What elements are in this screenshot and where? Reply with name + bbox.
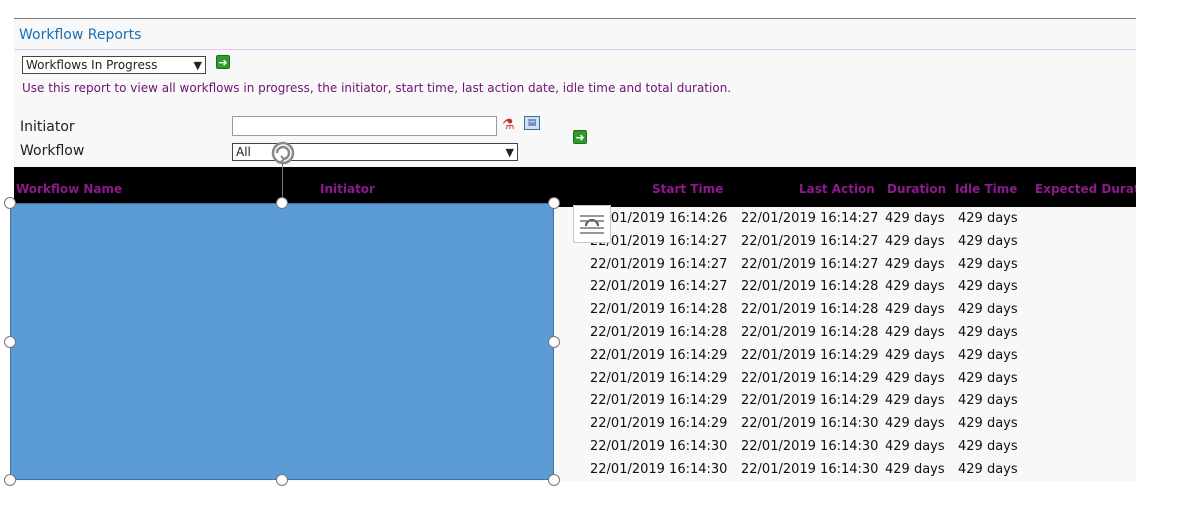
start-time-cell: 22/01/2019 16:14:29 [590, 393, 728, 408]
duration-cell: 429 days [885, 234, 945, 249]
start-time-cell: 22/01/2019 16:14:29 [590, 371, 728, 386]
green-arrow-icon: ➜ [218, 56, 228, 69]
last-action-cell: 22/01/2019 16:14:29 [741, 348, 879, 363]
last-action-cell: 22/01/2019 16:14:29 [741, 393, 879, 408]
green-arrow-icon: ➜ [575, 131, 585, 144]
duration-cell: 429 days [885, 416, 945, 431]
report-description: Use this report to view all workflows in… [22, 81, 732, 95]
idle-time-cell: 429 days [958, 439, 1018, 454]
start-time-cell: 22/01/2019 16:14:28 [590, 302, 728, 317]
duration-cell: 429 days [885, 257, 945, 272]
column-header-start-time[interactable]: Start Time [652, 182, 723, 196]
start-time-cell: 22/01/2019 16:14:30 [590, 439, 728, 454]
resize-handle-top-right[interactable] [548, 197, 560, 209]
page-title: Workflow Reports [19, 27, 142, 43]
duration-cell: 429 days [885, 371, 945, 386]
idle-time-cell: 429 days [958, 279, 1018, 294]
last-action-cell: 22/01/2019 16:14:28 [741, 279, 879, 294]
layout-options-button[interactable] [573, 205, 611, 243]
address-book-icon[interactable]: ▤ [524, 116, 540, 130]
column-header-initiator[interactable]: Initiator [320, 182, 375, 196]
last-action-cell: 22/01/2019 16:14:27 [741, 211, 879, 226]
last-action-cell: 22/01/2019 16:14:28 [741, 302, 879, 317]
workflow-select-value: All [236, 145, 251, 159]
idle-time-cell: 429 days [958, 211, 1018, 226]
duration-cell: 429 days [885, 211, 945, 226]
title-divider [14, 49, 1136, 50]
initiator-input[interactable] [232, 116, 497, 136]
duration-cell: 429 days [885, 462, 945, 477]
filter-go-button[interactable]: ➜ [573, 130, 587, 144]
report-type-select[interactable]: Workflows In Progress ▼ [22, 56, 206, 74]
resize-handle-bottom[interactable] [276, 474, 288, 486]
idle-time-cell: 429 days [958, 348, 1018, 363]
last-action-cell: 22/01/2019 16:14:27 [741, 257, 879, 272]
table-header: Workflow Name Initiator Start Time Last … [14, 167, 1136, 207]
duration-cell: 429 days [885, 393, 945, 408]
last-action-cell: 22/01/2019 16:14:30 [741, 462, 879, 477]
start-time-cell: 22/01/2019 16:14:27 [590, 279, 728, 294]
resize-handle-top-left[interactable] [4, 197, 16, 209]
resize-handle-bottom-left[interactable] [4, 474, 16, 486]
rotate-handle-icon[interactable] [268, 138, 298, 168]
initiator-label: Initiator [20, 119, 75, 135]
report-type-value: Workflows In Progress [26, 58, 158, 72]
column-header-idle-time[interactable]: Idle Time [955, 182, 1017, 196]
last-action-cell: 22/01/2019 16:14:30 [741, 416, 879, 431]
resize-handle-bottom-right[interactable] [548, 474, 560, 486]
workflow-label: Workflow [20, 143, 85, 159]
report-go-button[interactable]: ➜ [216, 55, 230, 69]
resize-handle-top[interactable] [276, 197, 288, 209]
last-action-cell: 22/01/2019 16:14:30 [741, 439, 879, 454]
duration-cell: 429 days [885, 279, 945, 294]
column-header-workflow-name[interactable]: Workflow Name [16, 182, 122, 196]
start-time-cell: 22/01/2019 16:14:28 [590, 325, 728, 340]
start-time-cell: 22/01/2019 16:14:29 [590, 348, 728, 363]
idle-time-cell: 429 days [958, 257, 1018, 272]
column-header-duration[interactable]: Duration [887, 182, 946, 196]
last-action-cell: 22/01/2019 16:14:29 [741, 371, 879, 386]
start-time-cell: 22/01/2019 16:14:29 [590, 416, 728, 431]
idle-time-cell: 429 days [958, 234, 1018, 249]
check-names-icon[interactable]: ⚗ [502, 117, 515, 133]
duration-cell: 429 days [885, 439, 945, 454]
resize-handle-left[interactable] [4, 336, 16, 348]
column-header-expected-duration[interactable]: Expected Durat [1035, 182, 1136, 196]
last-action-cell: 22/01/2019 16:14:27 [741, 234, 879, 249]
idle-time-cell: 429 days [958, 371, 1018, 386]
duration-cell: 429 days [885, 325, 945, 340]
start-time-cell: 22/01/2019 16:14:30 [590, 462, 728, 477]
column-header-last-action[interactable]: Last Action [799, 182, 875, 196]
chevron-down-icon: ▼ [193, 59, 202, 72]
selected-rectangle-shape[interactable] [10, 203, 554, 480]
last-action-cell: 22/01/2019 16:14:28 [741, 325, 879, 340]
idle-time-cell: 429 days [958, 462, 1018, 477]
start-time-cell: 22/01/2019 16:14:27 [590, 257, 728, 272]
duration-cell: 429 days [885, 302, 945, 317]
resize-handle-right[interactable] [548, 336, 560, 348]
idle-time-cell: 429 days [958, 393, 1018, 408]
duration-cell: 429 days [885, 348, 945, 363]
layout-options-icon [580, 215, 604, 234]
idle-time-cell: 429 days [958, 302, 1018, 317]
idle-time-cell: 429 days [958, 325, 1018, 340]
chevron-down-icon: ▼ [505, 146, 514, 159]
idle-time-cell: 429 days [958, 416, 1018, 431]
